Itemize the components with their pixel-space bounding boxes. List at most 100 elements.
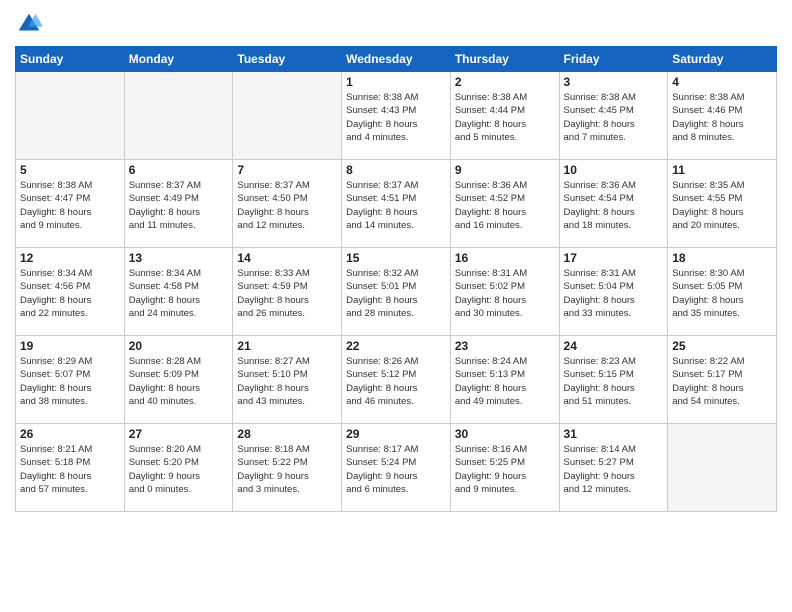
day-info: Sunrise: 8:28 AM Sunset: 5:09 PM Dayligh…: [129, 355, 229, 408]
calendar-cell: 21 Sunrise: 8:27 AM Sunset: 5:10 PM Dayli…: [233, 336, 342, 424]
calendar-cell: [16, 72, 125, 160]
day-number: 31: [564, 427, 664, 441]
day-info: Sunrise: 8:38 AM Sunset: 4:47 PM Dayligh…: [20, 179, 120, 232]
day-info: Sunrise: 8:38 AM Sunset: 4:46 PM Dayligh…: [672, 91, 772, 144]
calendar-cell: 29 Sunrise: 8:17 AM Sunset: 5:24 PM Dayli…: [342, 424, 451, 512]
calendar-cell: 23 Sunrise: 8:24 AM Sunset: 5:13 PM Dayli…: [450, 336, 559, 424]
day-info: Sunrise: 8:34 AM Sunset: 4:58 PM Dayligh…: [129, 267, 229, 320]
day-number: 22: [346, 339, 446, 353]
day-number: 15: [346, 251, 446, 265]
day-number: 25: [672, 339, 772, 353]
day-number: 2: [455, 75, 555, 89]
day-info: Sunrise: 8:37 AM Sunset: 4:50 PM Dayligh…: [237, 179, 337, 232]
day-info: Sunrise: 8:30 AM Sunset: 5:05 PM Dayligh…: [672, 267, 772, 320]
day-number: 4: [672, 75, 772, 89]
day-number: 8: [346, 163, 446, 177]
day-number: 10: [564, 163, 664, 177]
day-info: Sunrise: 8:38 AM Sunset: 4:43 PM Dayligh…: [346, 91, 446, 144]
calendar-cell: 1 Sunrise: 8:38 AM Sunset: 4:43 PM Daylig…: [342, 72, 451, 160]
calendar-cell: 24Sunrise: 8:23 AM Sunset: 5:15 PM Dayli…: [559, 336, 668, 424]
header: [15, 10, 777, 38]
day-number: 7: [237, 163, 337, 177]
day-number: 16: [455, 251, 555, 265]
calendar-cell: 19 Sunrise: 8:29 AM Sunset: 5:07 PM Dayli…: [16, 336, 125, 424]
day-number: 12: [20, 251, 120, 265]
day-info: Sunrise: 8:17 AM Sunset: 5:24 PM Dayligh…: [346, 443, 446, 496]
calendar-header-thursday: Thursday: [450, 47, 559, 72]
day-number: 19: [20, 339, 120, 353]
calendar-cell: 11 Sunrise: 8:35 AM Sunset: 4:55 PM Dayli…: [668, 160, 777, 248]
calendar-header-tuesday: Tuesday: [233, 47, 342, 72]
calendar-week-5: 26 Sunrise: 8:21 AM Sunset: 5:18 PM Dayli…: [16, 424, 777, 512]
calendar-cell: 8 Sunrise: 8:37 AM Sunset: 4:51 PM Daylig…: [342, 160, 451, 248]
calendar-week-3: 12 Sunrise: 8:34 AM Sunset: 4:56 PM Dayli…: [16, 248, 777, 336]
day-info: Sunrise: 8:22 AM Sunset: 5:17 PM Dayligh…: [672, 355, 772, 408]
day-number: 23: [455, 339, 555, 353]
calendar-cell: 17 Sunrise: 8:31 AM Sunset: 5:04 PM Dayli…: [559, 248, 668, 336]
day-number: 28: [237, 427, 337, 441]
calendar-cell: 28 Sunrise: 8:18 AM Sunset: 5:22 PM Dayli…: [233, 424, 342, 512]
page: SundayMondayTuesdayWednesdayThursdayFrid…: [0, 0, 792, 612]
day-info: Sunrise: 8:36 AM Sunset: 4:54 PM Dayligh…: [564, 179, 664, 232]
calendar-cell: 5 Sunrise: 8:38 AM Sunset: 4:47 PM Daylig…: [16, 160, 125, 248]
day-info: Sunrise: 8:31 AM Sunset: 5:04 PM Dayligh…: [564, 267, 664, 320]
calendar-cell: 7 Sunrise: 8:37 AM Sunset: 4:50 PM Daylig…: [233, 160, 342, 248]
day-number: 5: [20, 163, 120, 177]
day-info: Sunrise: 8:18 AM Sunset: 5:22 PM Dayligh…: [237, 443, 337, 496]
day-number: 21: [237, 339, 337, 353]
day-info: Sunrise: 8:24 AM Sunset: 5:13 PM Dayligh…: [455, 355, 555, 408]
calendar-cell: 3Sunrise: 8:38 AM Sunset: 4:45 PM Daylig…: [559, 72, 668, 160]
day-number: 6: [129, 163, 229, 177]
calendar-cell: 2 Sunrise: 8:38 AM Sunset: 4:44 PM Daylig…: [450, 72, 559, 160]
calendar-week-4: 19 Sunrise: 8:29 AM Sunset: 5:07 PM Dayli…: [16, 336, 777, 424]
calendar-header-sunday: Sunday: [16, 47, 125, 72]
day-number: 1: [346, 75, 446, 89]
calendar-cell: 18Sunrise: 8:30 AM Sunset: 5:05 PM Dayli…: [668, 248, 777, 336]
day-number: 24: [564, 339, 664, 353]
calendar-cell: 25 Sunrise: 8:22 AM Sunset: 5:17 PM Dayli…: [668, 336, 777, 424]
calendar-cell: 14 Sunrise: 8:33 AM Sunset: 4:59 PM Dayli…: [233, 248, 342, 336]
calendar-cell: 10 Sunrise: 8:36 AM Sunset: 4:54 PM Dayli…: [559, 160, 668, 248]
day-info: Sunrise: 8:38 AM Sunset: 4:44 PM Dayligh…: [455, 91, 555, 144]
day-info: Sunrise: 8:27 AM Sunset: 5:10 PM Dayligh…: [237, 355, 337, 408]
calendar-header-row: SundayMondayTuesdayWednesdayThursdayFrid…: [16, 47, 777, 72]
logo: [15, 10, 45, 38]
day-number: 26: [20, 427, 120, 441]
day-info: Sunrise: 8:34 AM Sunset: 4:56 PM Dayligh…: [20, 267, 120, 320]
day-number: 9: [455, 163, 555, 177]
day-info: Sunrise: 8:35 AM Sunset: 4:55 PM Dayligh…: [672, 179, 772, 232]
day-info: Sunrise: 8:37 AM Sunset: 4:51 PM Dayligh…: [346, 179, 446, 232]
calendar-header-friday: Friday: [559, 47, 668, 72]
day-info: Sunrise: 8:16 AM Sunset: 5:25 PM Dayligh…: [455, 443, 555, 496]
day-info: Sunrise: 8:21 AM Sunset: 5:18 PM Dayligh…: [20, 443, 120, 496]
day-number: 14: [237, 251, 337, 265]
day-info: Sunrise: 8:20 AM Sunset: 5:20 PM Dayligh…: [129, 443, 229, 496]
logo-icon: [15, 10, 43, 38]
calendar-cell: 4 Sunrise: 8:38 AM Sunset: 4:46 PM Daylig…: [668, 72, 777, 160]
calendar-cell: 16Sunrise: 8:31 AM Sunset: 5:02 PM Dayli…: [450, 248, 559, 336]
day-number: 29: [346, 427, 446, 441]
calendar-week-2: 5 Sunrise: 8:38 AM Sunset: 4:47 PM Daylig…: [16, 160, 777, 248]
calendar-cell: 12 Sunrise: 8:34 AM Sunset: 4:56 PM Dayli…: [16, 248, 125, 336]
calendar-week-1: 1 Sunrise: 8:38 AM Sunset: 4:43 PM Daylig…: [16, 72, 777, 160]
day-info: Sunrise: 8:29 AM Sunset: 5:07 PM Dayligh…: [20, 355, 120, 408]
calendar-header-wednesday: Wednesday: [342, 47, 451, 72]
day-number: 17: [564, 251, 664, 265]
day-info: Sunrise: 8:26 AM Sunset: 5:12 PM Dayligh…: [346, 355, 446, 408]
calendar-cell: 27Sunrise: 8:20 AM Sunset: 5:20 PM Dayli…: [124, 424, 233, 512]
day-number: 20: [129, 339, 229, 353]
calendar-cell: [668, 424, 777, 512]
day-info: Sunrise: 8:38 AM Sunset: 4:45 PM Dayligh…: [564, 91, 664, 144]
calendar-cell: 15Sunrise: 8:32 AM Sunset: 5:01 PM Dayli…: [342, 248, 451, 336]
calendar-cell: 20 Sunrise: 8:28 AM Sunset: 5:09 PM Dayli…: [124, 336, 233, 424]
calendar-cell: 31Sunrise: 8:14 AM Sunset: 5:27 PM Dayli…: [559, 424, 668, 512]
calendar-cell: 26 Sunrise: 8:21 AM Sunset: 5:18 PM Dayli…: [16, 424, 125, 512]
calendar-cell: 30Sunrise: 8:16 AM Sunset: 5:25 PM Dayli…: [450, 424, 559, 512]
day-number: 11: [672, 163, 772, 177]
calendar-cell: 9 Sunrise: 8:36 AM Sunset: 4:52 PM Daylig…: [450, 160, 559, 248]
day-info: Sunrise: 8:36 AM Sunset: 4:52 PM Dayligh…: [455, 179, 555, 232]
calendar-cell: 22 Sunrise: 8:26 AM Sunset: 5:12 PM Dayli…: [342, 336, 451, 424]
calendar-cell: [124, 72, 233, 160]
day-info: Sunrise: 8:33 AM Sunset: 4:59 PM Dayligh…: [237, 267, 337, 320]
calendar-header-saturday: Saturday: [668, 47, 777, 72]
